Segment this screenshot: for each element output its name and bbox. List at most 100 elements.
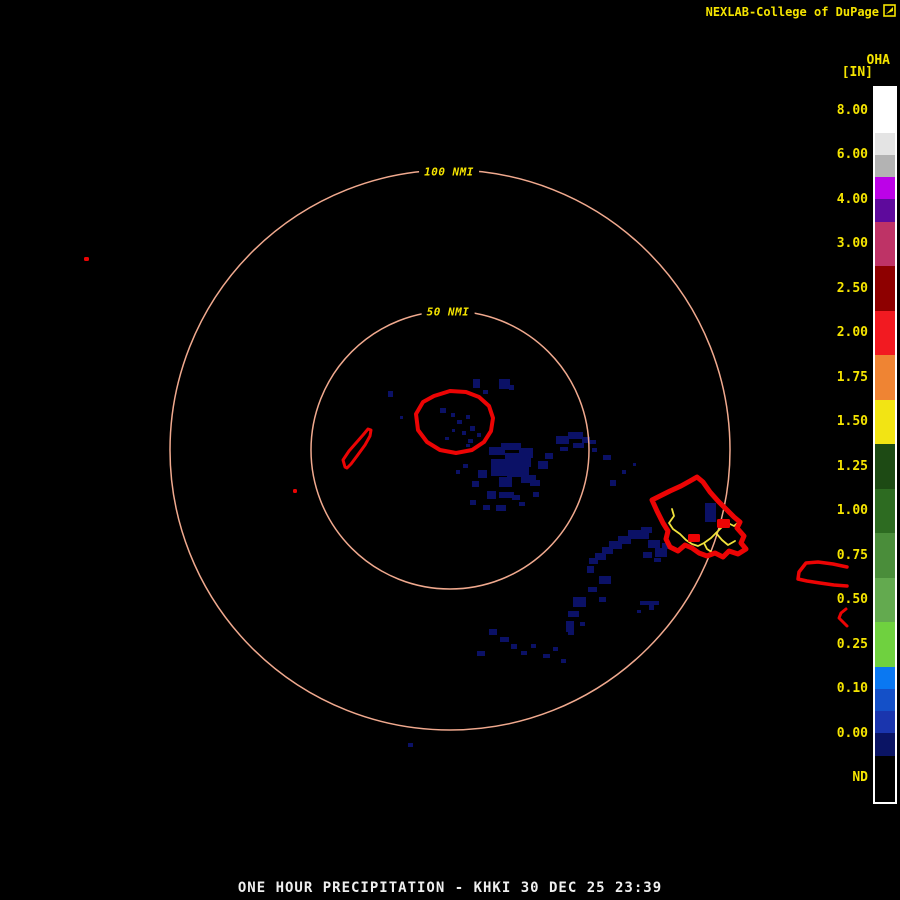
island-lanai-partial xyxy=(837,607,849,628)
legend-tick: 2.50 xyxy=(836,280,868,296)
precip-cell xyxy=(499,477,512,487)
precip-cell xyxy=(610,480,616,486)
legend-tick: 3.00 xyxy=(836,236,868,252)
precip-cell xyxy=(568,432,583,439)
precip-cell xyxy=(499,379,510,389)
precip-cell xyxy=(587,566,594,573)
legend-tick: 0.00 xyxy=(836,725,868,741)
precip-cell xyxy=(556,436,569,444)
precip-cell xyxy=(483,505,490,510)
weathervane-icon xyxy=(883,4,896,20)
precip-cell xyxy=(589,440,596,444)
legend-tick: 1.25 xyxy=(836,458,868,474)
precip-cell xyxy=(655,548,667,557)
precip-cell xyxy=(640,533,649,539)
precip-cell xyxy=(622,470,626,474)
precip-cell xyxy=(573,443,584,448)
precip-cell xyxy=(641,527,652,533)
precip-cell xyxy=(509,385,514,390)
precip-cell xyxy=(633,463,636,466)
red-mark-oahu-urban-blob-1 xyxy=(688,534,700,542)
precip-cell xyxy=(568,630,574,635)
precip-cell xyxy=(388,391,393,397)
precip-cell xyxy=(705,503,716,522)
precip-cell xyxy=(400,416,403,419)
precip-cell xyxy=(599,597,606,602)
precip-cell xyxy=(599,576,611,584)
precip-cell xyxy=(545,453,553,459)
legend-tick: 2.00 xyxy=(836,325,868,341)
legend-tick: 0.50 xyxy=(836,592,868,608)
precip-cell xyxy=(643,552,652,558)
precip-cell xyxy=(452,429,455,432)
precip-cell xyxy=(487,491,496,499)
colorbar-segments xyxy=(875,88,895,800)
red-mark-speck-west xyxy=(84,257,89,261)
island-kauai xyxy=(414,389,495,455)
island-molokai-partial xyxy=(796,560,849,588)
precip-cell xyxy=(477,433,481,437)
precip-cell xyxy=(496,505,506,511)
precip-cell xyxy=(649,605,654,610)
precip-cell xyxy=(589,558,598,564)
legend-tick: 0.10 xyxy=(836,681,868,697)
range-ring-label-50nmi: 50 NMI xyxy=(421,305,475,319)
radar-map xyxy=(84,169,849,747)
radar-screen: NEXLAB-College of DuPage OHA [IN] 8.00 6.… xyxy=(0,0,900,900)
precip-cell xyxy=(456,470,460,474)
precip-cell xyxy=(588,587,597,592)
legend-tick: ND xyxy=(852,770,868,786)
precip-cell xyxy=(505,453,531,467)
precip-cell xyxy=(483,390,488,394)
precip-cell xyxy=(470,500,476,505)
legend-tick: 4.00 xyxy=(836,191,868,207)
precip-cell xyxy=(489,629,497,635)
precip-cell xyxy=(468,439,473,443)
red-mark-speck-inner xyxy=(293,489,297,493)
precip-cell xyxy=(560,447,568,451)
precip-cell xyxy=(491,459,507,476)
colorbar xyxy=(873,86,897,804)
precip-cell xyxy=(561,659,566,663)
road-coast-road xyxy=(715,532,736,546)
precip-cell xyxy=(445,437,449,440)
precip-cell xyxy=(640,601,659,605)
precip-cell xyxy=(440,408,446,413)
precip-cell xyxy=(457,420,462,424)
range-ring-label-100nmi: 100 NMI xyxy=(419,165,479,179)
precip-cell xyxy=(603,455,611,460)
precip-cell xyxy=(533,492,539,497)
red-mark-oahu-urban-blob-2 xyxy=(717,519,730,528)
precip-cell xyxy=(538,461,548,469)
precip-cell xyxy=(499,492,514,498)
legend-tick: 0.25 xyxy=(836,636,868,652)
precip-cell xyxy=(602,547,613,554)
precip-cell xyxy=(477,651,485,656)
precip-cell xyxy=(531,644,536,648)
precip-cell xyxy=(654,558,661,562)
precip-cell xyxy=(451,413,455,417)
precip-cell xyxy=(648,540,660,548)
precip-cell xyxy=(521,651,527,655)
precip-cell xyxy=(512,495,520,500)
legend-tick: 1.00 xyxy=(836,503,868,519)
precip-cell xyxy=(553,647,558,651)
legend-tick: 0.75 xyxy=(836,547,868,563)
island-niihau xyxy=(341,427,373,470)
units-label: [IN] xyxy=(841,65,873,80)
legend-tick: 8.00 xyxy=(836,102,868,118)
precip-cell xyxy=(501,443,521,450)
credit-line: NEXLAB-College of DuPage xyxy=(706,4,896,20)
precip-cell xyxy=(500,637,509,642)
precip-cell xyxy=(478,470,487,478)
precip-cell xyxy=(470,426,475,431)
precip-cell xyxy=(573,597,586,607)
credit-text: NEXLAB-College of DuPage xyxy=(705,5,879,19)
precip-cell xyxy=(592,448,597,452)
precip-cell xyxy=(580,622,585,626)
precip-cell xyxy=(463,464,468,468)
product-caption: ONE HOUR PRECIPITATION - KHKI 30 DEC 25 … xyxy=(237,880,663,896)
legend-tick: 6.00 xyxy=(836,147,868,163)
precip-cell xyxy=(466,415,470,419)
precip-cell xyxy=(466,444,470,447)
